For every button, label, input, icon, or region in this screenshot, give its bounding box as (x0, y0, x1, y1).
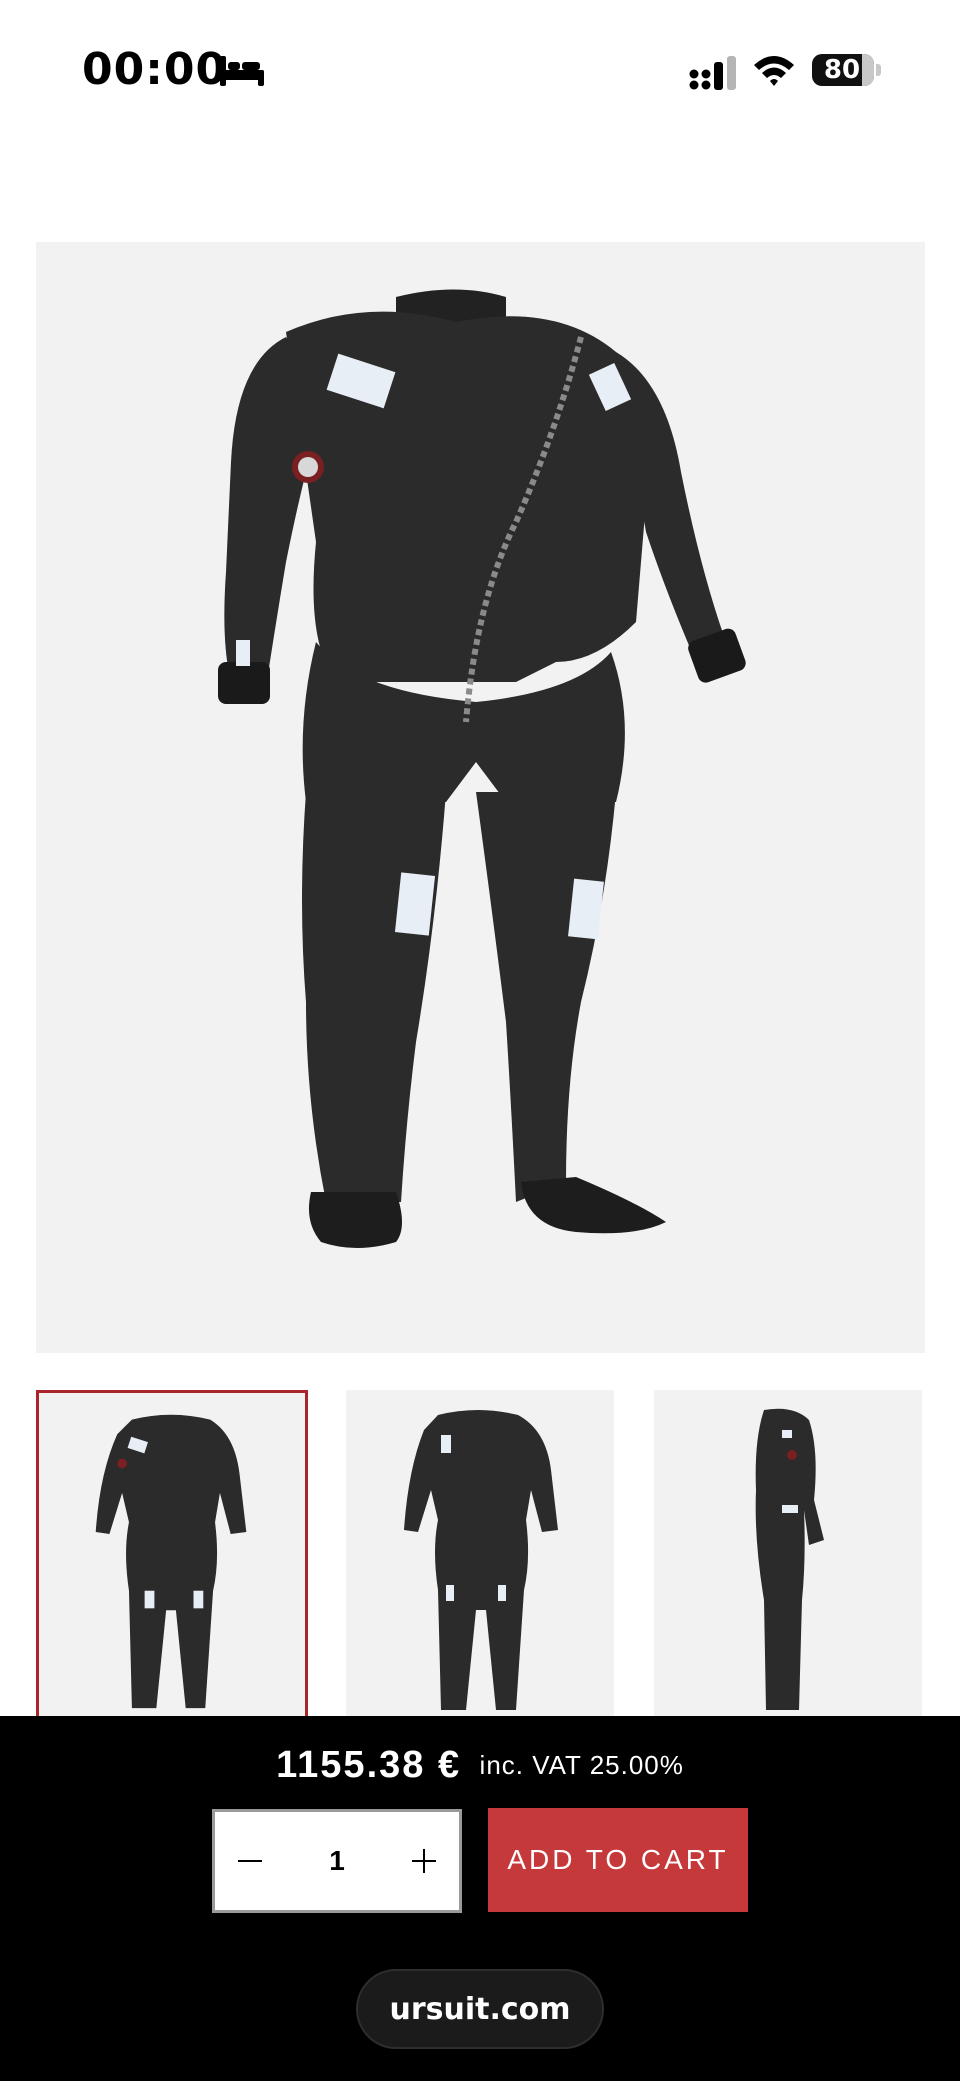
status-time: 00:00 (82, 44, 228, 95)
quantity-increase-button[interactable] (389, 1812, 459, 1910)
thumbnail-front-selected[interactable] (36, 1390, 308, 1720)
browser-url-bar[interactable]: ursuit.com (356, 1969, 604, 2049)
quantity-decrease-button[interactable] (215, 1812, 285, 1910)
sleep-icon (220, 56, 264, 86)
product-main-image[interactable] (36, 242, 925, 1353)
drysuit-front-image (218, 289, 746, 1248)
thumbnail-strip (36, 1390, 925, 1720)
drysuit-side-thumbnail (755, 1408, 824, 1710)
status-bar: 00:00 80 (0, 0, 960, 140)
buy-bar: 1155.38 € inc. VAT 25.00% ADD TO CART ur… (0, 1716, 960, 2081)
quantity-input[interactable] (285, 1812, 389, 1910)
battery-icon: 80 (812, 52, 882, 88)
signal-icon (689, 56, 736, 90)
quantity-stepper (212, 1809, 462, 1913)
price-row: 1155.38 € inc. VAT 25.00% (0, 1744, 960, 1787)
add-to-cart-button[interactable]: ADD TO CART (488, 1808, 748, 1912)
plus-icon (412, 1849, 436, 1873)
drysuit-front-angled-thumbnail (404, 1410, 558, 1710)
minus-icon (238, 1860, 262, 1862)
battery-level: 80 (823, 55, 861, 85)
wifi-icon (754, 56, 794, 86)
product-price: 1155.38 € (276, 1744, 462, 1786)
drysuit-front-thumbnail (95, 1414, 247, 1709)
vat-info: inc. VAT 25.00% (479, 1750, 684, 1780)
thumbnail-front-angled[interactable] (346, 1390, 614, 1720)
thumbnail-side[interactable] (654, 1390, 922, 1720)
